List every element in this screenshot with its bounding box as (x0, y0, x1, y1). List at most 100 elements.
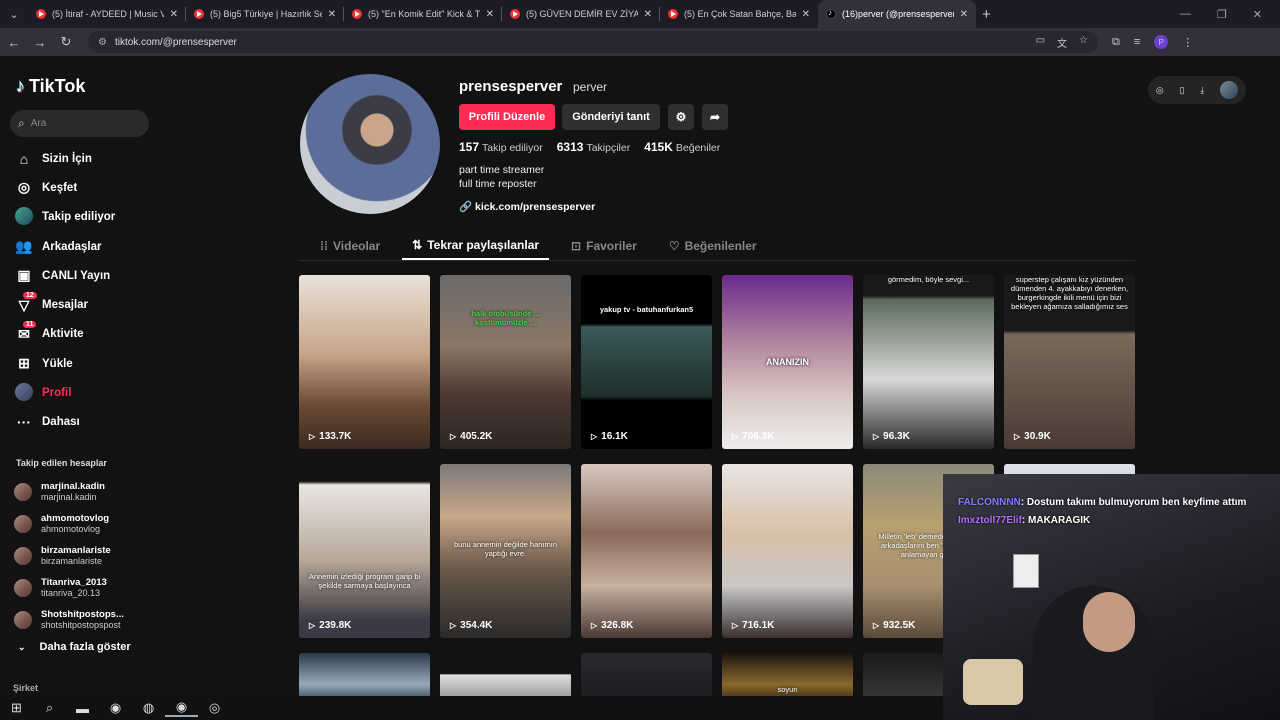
followers-stat[interactable]: 6313 Takipçiler (557, 140, 630, 154)
minimize-icon[interactable]: — (1180, 8, 1191, 21)
url-bar[interactable]: ⚙ tiktok.com/@prensesperver ▭ 文 ☆ (88, 31, 1098, 53)
browser-tab[interactable]: (5) GÜVEN DEMİR EV ZİYARETİ✕ (502, 0, 660, 28)
close-tab-icon[interactable]: ✕ (328, 9, 336, 20)
close-tab-icon[interactable]: ✕ (644, 9, 652, 20)
back-icon[interactable]: ← (2, 35, 26, 50)
sidebar-item-explore[interactable]: ◎ Keşfet (14, 173, 115, 202)
video-card[interactable]: bunu annemin değilde hanımın yaptığı evr… (440, 464, 571, 638)
video-card[interactable] (581, 653, 712, 696)
sidebar-item-following[interactable]: Takip ediliyor (14, 203, 115, 232)
play-icon: ▷ (450, 621, 457, 630)
download-icon[interactable]: ⤓ (1200, 85, 1204, 96)
promote-post-button[interactable]: Gönderiyi tanıt (562, 104, 660, 130)
forward-icon[interactable]: → (28, 35, 52, 50)
edit-profile-button[interactable]: Profili Düzenle (459, 104, 555, 130)
tab-reposts[interactable]: ⇅ Tekrar paylaşılanlar (402, 232, 550, 260)
settings-button[interactable]: ⚙ (668, 104, 694, 130)
video-card[interactable] (299, 653, 430, 696)
coin-icon[interactable]: ◎ (1156, 85, 1164, 96)
file-explorer-icon[interactable]: ▬ (66, 701, 99, 716)
search-icon: ⌕ (18, 116, 25, 130)
chat-message: FALCONNNN: Dostum takımı bulmuyorum ben … (958, 497, 1247, 508)
show-more-button[interactable]: ⌄ Daha fazla göster (18, 641, 131, 653)
video-card[interactable]: ▷ 326.8K (581, 464, 712, 638)
video-card[interactable]: ANANIZIN ▷ 706.3K (722, 275, 853, 449)
close-tab-icon[interactable]: ✕ (170, 9, 178, 20)
close-tab-icon[interactable]: ✕ (486, 9, 494, 20)
sidebar-item-live[interactable]: ▣ CANLI Yayın (14, 261, 115, 290)
chrome-active-icon[interactable]: ◉ (165, 699, 198, 717)
reading-list-icon[interactable]: ≡ (1134, 36, 1140, 48)
following-avatar-icon (14, 206, 34, 228)
video-card[interactable]: Annemin izlediği program garip bi şekild… (299, 464, 430, 638)
activity-badge: 11 (23, 320, 37, 328)
reload-icon[interactable]: ↻ (54, 34, 78, 50)
video-card[interactable]: ▷ 133.7K (299, 275, 430, 449)
sidebar-item-messages[interactable]: ▽ 12 Mesajlar (14, 290, 115, 319)
discord-icon[interactable]: ◍ (132, 700, 165, 716)
tab-search-chevron-icon[interactable]: ⌄ (0, 0, 28, 28)
browser-tab[interactable]: (5) İtiraf - AYDEED | Music Video✕ (28, 0, 186, 28)
translate-icon[interactable]: 文 (1057, 35, 1067, 50)
likes-stat: 415K Beğeniler (644, 140, 721, 154)
browser-tab-active[interactable]: (16)perver (@prensesperver) | TikTok✕ (818, 0, 976, 28)
sidebar-item-upload[interactable]: ⊞ Yükle (14, 349, 115, 378)
play-icon: ▷ (873, 432, 880, 441)
video-card[interactable]: halk otobüsünde ... kostümümüzle ... ▷ 405… (440, 275, 571, 449)
following-account[interactable]: ahmomotovlog ahmomotovlog (14, 508, 124, 540)
browser-tab[interactable]: (5) Big5 Türkiye | Hazırlık Sezonu✕ (186, 0, 344, 28)
following-account[interactable]: birzamanlariste birzamanlariste (14, 540, 124, 572)
following-account[interactable]: Shotshitpostops... shotshitpostopspost (14, 604, 124, 636)
video-card[interactable]: ▷ 716.1K (722, 464, 853, 638)
close-window-icon[interactable]: ✕ (1253, 8, 1262, 21)
video-card[interactable]: yakup tv - batuhanfurkan5 ▷ 16.1K (581, 275, 712, 449)
profile-link[interactable]: 🔗 kick.com/prensesperver (459, 200, 595, 213)
share-button[interactable]: ➦ (702, 104, 728, 130)
site-info-icon[interactable]: ⚙ (98, 37, 107, 48)
browser-menu-icon[interactable]: ⋮ (1182, 36, 1193, 49)
tab-liked[interactable]: ♡ Beğenilenler (659, 232, 767, 260)
account-avatar[interactable] (1220, 81, 1239, 99)
wall-poster (1013, 554, 1039, 588)
heart-icon: ♡ (668, 239, 680, 253)
extensions-icon[interactable]: ⧉ (1112, 36, 1120, 49)
browser-tab[interactable]: (5) En Çok Satan Bahçe, Balkon✕ (660, 0, 818, 28)
video-card[interactable]: görmedim, böyle sevgi... ▷ 96.3K (863, 275, 994, 449)
sidebar-item-friends[interactable]: 👥 Arkadaşlar (14, 232, 115, 261)
chat-message: Imxztoll77Elif: MAKARAGIK (958, 515, 1091, 526)
sidebar-item-more[interactable]: ··· Dahası (14, 408, 115, 437)
company-link[interactable]: Şirket (13, 683, 38, 693)
bookmark-star-icon[interactable]: ☆ (1079, 35, 1088, 50)
following-account[interactable]: Titanriva_2013 titanriva_20.13 (14, 572, 124, 604)
following-account[interactable]: marjinal.kadin marjinal.kadin (14, 476, 124, 508)
restore-icon[interactable]: ❐ (1217, 8, 1227, 21)
new-tab-button[interactable]: + (982, 6, 991, 23)
install-icon[interactable]: ▭ (1036, 35, 1045, 50)
grid-icon: ⁞⁞ (320, 239, 328, 253)
search-icon[interactable]: ⌕ (33, 700, 66, 716)
search-input[interactable]: ⌕ Ara (10, 110, 149, 137)
sidebar-item-profile[interactable]: Profil (14, 378, 115, 407)
tab-videos[interactable]: ⁞⁞ Videolar (310, 232, 390, 260)
video-card[interactable] (440, 653, 571, 696)
play-icon: ▷ (1014, 432, 1021, 441)
device-icon[interactable]: ▯ (1180, 85, 1185, 96)
play-icon: ▷ (591, 432, 598, 441)
browser-tab[interactable]: (5) "En Komik Edit" Kick & Twitch✕ (344, 0, 502, 28)
profile-avatar[interactable] (300, 74, 440, 214)
close-tab-icon[interactable]: ✕ (960, 9, 968, 20)
windows-start-icon[interactable]: ⊞ (0, 700, 33, 716)
messages-icon: ▽ 12 (14, 291, 37, 314)
more-icon: ··· (17, 414, 31, 431)
browser-profile-avatar[interactable]: P (1154, 35, 1169, 49)
sidebar-item-for-you[interactable]: ⌂ Sizin İçin (14, 144, 115, 173)
sidebar-item-activity[interactable]: ✉ 11 Aktivite (14, 320, 115, 349)
chrome-icon[interactable]: ◉ (99, 700, 132, 716)
following-stat[interactable]: 157 Takip ediliyor (459, 140, 543, 154)
video-card[interactable]: superstep çalışanı kız yüzünden dümenden… (1004, 275, 1135, 449)
close-tab-icon[interactable]: ✕ (802, 9, 810, 20)
obs-icon[interactable]: ◎ (198, 700, 231, 716)
video-card[interactable]: soyun (722, 653, 853, 696)
tab-favorites[interactable]: ⊡ Favoriler (561, 232, 647, 260)
tiktok-logo[interactable]: ♪ TikTok (16, 76, 85, 97)
